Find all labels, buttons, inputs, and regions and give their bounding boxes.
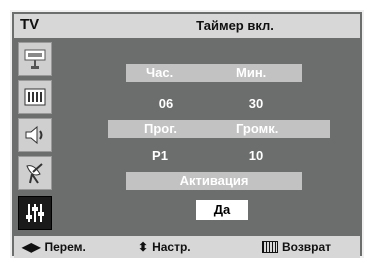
up-down-arrows-icon: ⬍ [138,240,149,254]
sound-icon[interactable] [18,118,52,152]
program-header-pill: Прог. Громк. [108,120,330,138]
sidebar [14,38,56,234]
footer-bar: ◀▶ Перем. ⬍ Настр. Возврат [14,236,360,258]
left-right-arrows-icon: ◀▶ [22,240,41,254]
program-label: Прог. [144,121,177,136]
time-header-pill: Час. Мин. [126,64,302,82]
hour-value[interactable]: 06 [136,96,196,111]
activation-pill: Активация [126,172,302,190]
header-bar: TV Таймер вкл. [14,14,360,38]
channel-icon[interactable] [18,156,52,190]
minute-value[interactable]: 30 [226,96,286,111]
tv-label: TV [20,16,40,33]
menu-icon [262,241,278,253]
adjust-hint: ⬍ Настр. [138,240,191,254]
input-icon[interactable] [18,42,52,76]
menu-title: Таймер вкл. [196,18,274,33]
hour-label: Час. [146,65,174,80]
volume-label: Громк. [236,121,279,136]
activation-value[interactable]: Да [196,200,248,220]
program-value[interactable]: P1 [130,148,190,163]
move-hint: ◀▶ Перем. [22,240,86,254]
move-label: Перем. [44,240,86,254]
return-label: Возврат [282,240,332,254]
return-hint: Возврат [262,240,331,254]
osd-menu: TV Таймер вкл. Час. Мин. 06 30 Прог. Гро… [10,10,364,258]
setup-icon[interactable] [18,196,52,230]
volume-value[interactable]: 10 [226,148,286,163]
minute-label: Мин. [236,65,267,80]
adjust-label: Настр. [152,240,191,254]
picture-icon[interactable] [18,80,52,114]
